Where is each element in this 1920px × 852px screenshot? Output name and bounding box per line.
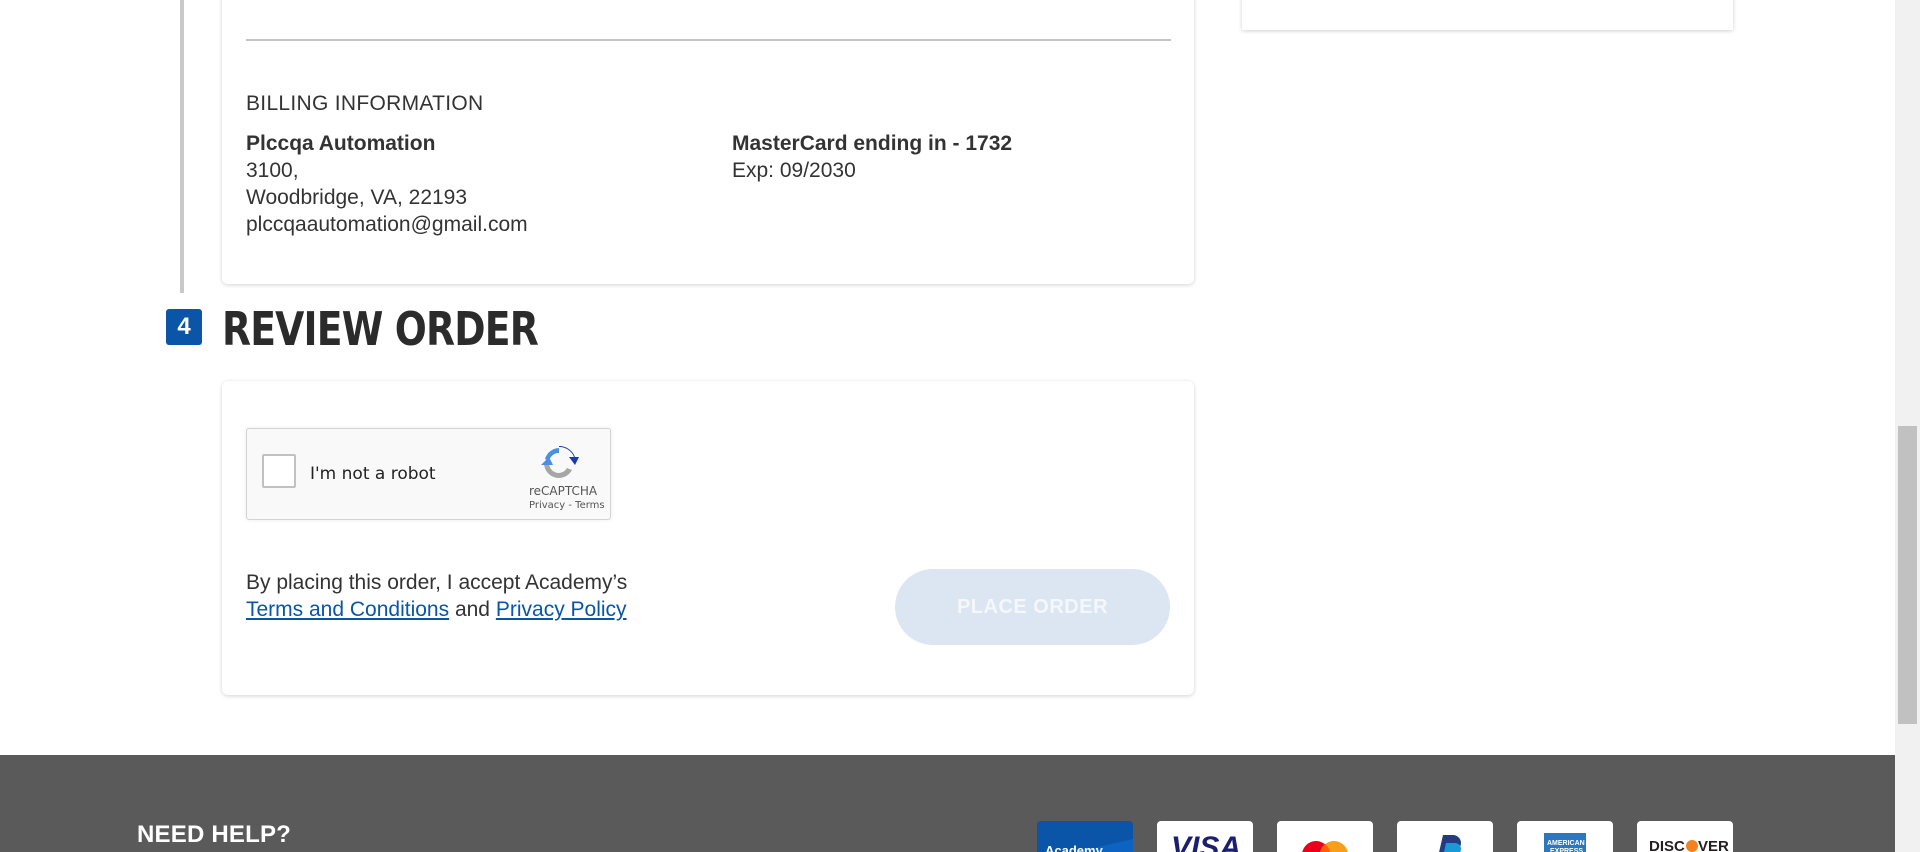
billing-information-card: BILLING INFORMATION Plccqa Automation 31… [222,0,1194,284]
svg-text:Academy: Academy [1045,843,1104,852]
billing-heading: BILLING INFORMATION [246,92,484,115]
terms-and-conditions-link[interactable]: Terms and Conditions [246,598,449,621]
billing-email: plccqaautomation@gmail.com [246,213,528,236]
accept-prefix: By placing this order, I accept Academy’… [246,571,628,594]
mastercard-icon [1277,821,1373,852]
svg-text:DISC: DISC [1649,838,1685,852]
card-label: MasterCard ending in - 1732 [732,132,1013,155]
visa-icon: VISA [1157,821,1253,852]
recaptcha-brand: reCAPTCHA [529,484,598,498]
paypal-icon [1397,821,1493,852]
scrollbar-thumb[interactable] [1898,426,1917,724]
billing-address-line1: 3100, [246,159,299,182]
svg-text:VISA: VISA [1171,831,1241,852]
card-expiry: Exp: 09/2030 [732,159,856,182]
order-summary-card [1242,0,1733,30]
place-order-button[interactable]: PLACE ORDER [895,569,1170,645]
payment-method-block: MasterCard ending in - 1732 Exp: 09/2030 [732,130,1012,184]
section-title: REVIEW ORDER [222,302,539,356]
svg-text:AMERICAN: AMERICAN [1547,840,1585,847]
billing-address-line2: Woodbridge, VA, 22193 [246,186,468,209]
and-text: and [454,598,490,621]
recaptcha-logo-icon [541,445,579,478]
discover-icon: DISC VER [1637,821,1733,852]
terms-line: Terms and Conditions and Privacy Policy [246,596,627,623]
billing-address-block: Plccqa Automation 3100, Woodbridge, VA, … [246,130,528,238]
checkout-step-timeline [180,0,184,293]
amex-icon: AMERICAN EXPRESS [1517,821,1613,852]
recaptcha-checkbox[interactable] [262,454,296,488]
review-order-card: I'm not a robot reCAPTCHA Privacy - Term… [222,381,1194,695]
divider [246,39,1171,41]
need-help-heading: NEED HELP? [137,821,292,848]
terms-acceptance-text: By placing this order, I accept Academy’… [246,569,627,623]
academy-card-icon: Academy [1037,821,1133,852]
billing-name: Plccqa Automation [246,132,436,155]
footer: NEED HELP? Academy VISA AMERICAN EXPRESS… [0,755,1895,852]
svg-text:VER: VER [1698,838,1729,852]
recaptcha-label: I'm not a robot [310,464,436,484]
step-number-badge: 4 [166,309,202,345]
recaptcha-links[interactable]: Privacy - Terms [529,500,605,511]
svg-text:EXPRESS: EXPRESS [1550,848,1583,852]
checkout-page: BILLING INFORMATION Plccqa Automation 31… [0,0,1920,852]
privacy-policy-link[interactable]: Privacy Policy [496,598,627,621]
recaptcha-widget: I'm not a robot reCAPTCHA Privacy - Term… [246,428,611,520]
